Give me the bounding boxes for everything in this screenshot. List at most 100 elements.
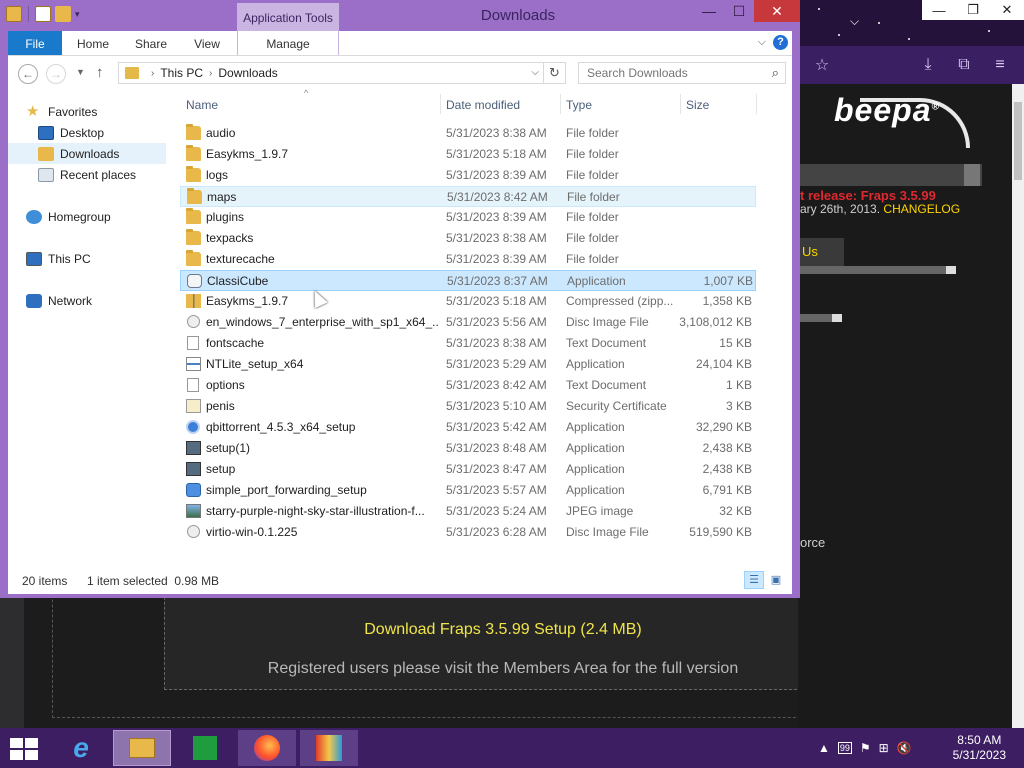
file-row[interactable]: ClassiCube 5/31/2023 8:37 AM Application 1,… (180, 270, 756, 291)
close-button[interactable]: ✕ (754, 0, 800, 22)
file-type: Application (566, 357, 625, 371)
file-row[interactable]: audio 5/31/2023 8:38 AM File folder (180, 123, 756, 144)
large-icons-view-icon[interactable]: ▣ (766, 571, 786, 589)
clock[interactable]: 8:50 AM 5/31/2023 (953, 733, 1006, 763)
file-name: audio (206, 126, 236, 140)
star-icon: ★ (26, 102, 40, 120)
browser-close-button[interactable]: ✕ (990, 0, 1024, 20)
taskbar-store[interactable] (176, 730, 234, 766)
file-row[interactable]: options 5/31/2023 8:42 AM Text Document 1 K… (180, 375, 756, 396)
nav-homegroup[interactable]: Homegroup (8, 206, 166, 227)
taskbar-firefox[interactable] (238, 730, 296, 766)
file-row[interactable]: Easykms_1.9.7 5/31/2023 5:18 AM Compressed… (180, 291, 756, 312)
column-header-name[interactable]: Name (180, 90, 440, 118)
address-bar[interactable]: › This PC › Downloads ⌵ ↻ (118, 62, 566, 84)
browser-restore-button[interactable]: ❐ (956, 0, 990, 20)
details-view-icon[interactable]: ☰ (744, 571, 764, 589)
bookmark-star-icon[interactable]: ☆ (812, 55, 832, 75)
search-box[interactable]: ⌕ (578, 62, 786, 84)
start-button[interactable] (10, 738, 40, 760)
file-row[interactable]: fontscache 5/31/2023 8:38 AM Text Document… (180, 333, 756, 354)
taskbar-fraps[interactable] (300, 730, 358, 766)
back-button[interactable]: ← (18, 64, 38, 84)
volume-muted-icon[interactable]: 🔇 (897, 741, 912, 755)
file-row[interactable]: texturecache 5/31/2023 8:39 AM File folder (180, 249, 756, 270)
browser-minimize-button[interactable]: — (922, 0, 956, 20)
search-icon[interactable]: ⌕ (772, 65, 779, 81)
breadcrumb-this-pc[interactable]: This PC (160, 66, 203, 80)
expand-ribbon-chevron-icon[interactable]: ⌵ (758, 36, 766, 49)
file-row[interactable]: setup(1) 5/31/2023 8:48 AM Application 2,43… (180, 438, 756, 459)
action-center-flag-icon[interactable]: ⚑ (860, 741, 871, 755)
tab-manage[interactable]: Manage (237, 31, 339, 55)
browser-scrollbar[interactable] (1012, 84, 1024, 728)
nav-favorites[interactable]: ★ Favorites (8, 101, 166, 122)
properties-icon[interactable] (35, 6, 51, 22)
address-history-chevron-icon[interactable]: ⌵ (531, 67, 539, 78)
file-row[interactable]: virtio-win-0.1.225 5/31/2023 6:28 AM Disc … (180, 522, 756, 543)
network-tray-icon[interactable]: ⊞ (879, 741, 889, 755)
file-list: ^ Name Date modified Type Size audio 5/31… (180, 88, 792, 566)
tab-list-chevron-icon[interactable]: ⌵ (850, 14, 859, 29)
help-icon[interactable]: ? (773, 35, 788, 50)
refresh-icon[interactable]: ↻ (543, 63, 565, 83)
breadcrumb-separator-icon[interactable]: › (151, 68, 154, 79)
minimize-button[interactable]: — (694, 0, 724, 22)
tab-view[interactable]: View (180, 31, 234, 55)
search-input[interactable] (579, 63, 759, 83)
file-row[interactable]: logs 5/31/2023 8:39 AM File folder (180, 165, 756, 186)
contact-us-tab[interactable]: Us (798, 238, 844, 266)
show-hidden-icons-icon[interactable]: ▲ (818, 741, 830, 755)
tab-share[interactable]: Share (124, 31, 178, 55)
new-folder-icon[interactable] (55, 6, 71, 22)
maximize-button[interactable]: ☐ (724, 0, 754, 22)
taskbar-file-explorer[interactable] (113, 730, 171, 766)
file-row[interactable]: simple_port_forwarding_setup 5/31/2023 5:… (180, 480, 756, 501)
file-size: 1,007 KB (703, 274, 753, 288)
file-row[interactable]: Easykms_1.9.7 5/31/2023 5:18 AM File folde… (180, 144, 756, 165)
file-date: 5/31/2023 5:42 AM (446, 420, 547, 434)
file-row[interactable]: maps 5/31/2023 8:42 AM File folder (180, 186, 756, 207)
file-row[interactable]: NTLite_setup_x64 5/31/2023 5:29 AM Applica… (180, 354, 756, 375)
navigation-bar: ← → ▼ ↑ › This PC › Downloads ⌵ ↻ ⌕ (8, 56, 792, 90)
customize-toolbar-chevron-icon[interactable]: ▾ (75, 6, 80, 22)
nav-desktop[interactable]: Desktop (8, 122, 166, 143)
title-bar[interactable]: ▾ Application Tools Downloads — ☐ ✕ (0, 0, 800, 31)
extensions-icon[interactable]: ⧉ (954, 55, 974, 75)
scrollbar-thumb[interactable] (1014, 102, 1022, 180)
download-fraps-link[interactable]: Download Fraps 3.5.99 Setup (2.4 MB) (164, 621, 842, 639)
recent-locations-chevron-icon[interactable]: ▼ (76, 67, 85, 77)
file-row[interactable]: setup 5/31/2023 8:47 AM Application 2,438 K… (180, 459, 756, 480)
column-header-date[interactable]: Date modified (440, 90, 560, 118)
clock-date: 5/31/2023 (952, 748, 1006, 762)
nav-network[interactable]: Network (8, 290, 166, 311)
breadcrumb-separator-icon[interactable]: › (209, 68, 212, 79)
forward-button[interactable]: → (46, 64, 66, 84)
file-date: 5/31/2023 8:39 AM (446, 168, 547, 182)
nav-downloads[interactable]: Downloads (8, 143, 166, 164)
nav-recent-places[interactable]: Recent places (8, 164, 166, 185)
taskbar-internet-explorer[interactable]: e (52, 730, 110, 766)
file-row[interactable]: penis 5/31/2023 5:10 AM Security Certifica… (180, 396, 756, 417)
file-row[interactable]: starry-purple-night-sky-star-illustratio… (180, 501, 756, 522)
file-row[interactable]: en_windows_7_enterprise_with_sp1_x64_...… (180, 312, 756, 333)
breadcrumb-downloads[interactable]: Downloads (218, 66, 277, 80)
menu-hamburger-icon[interactable]: ≡ (990, 55, 1010, 75)
file-date: 5/31/2023 5:24 AM (446, 504, 547, 518)
file-row[interactable]: qbittorrent_4.5.3_x64_setup 5/31/2023 5:4… (180, 417, 756, 438)
tab-home[interactable]: Home (66, 31, 120, 55)
column-header-size[interactable]: Size (680, 90, 756, 118)
tab-file[interactable]: File (8, 31, 62, 55)
file-row[interactable]: texpacks 5/31/2023 8:38 AM File folder (180, 228, 756, 249)
up-one-level-icon[interactable]: ↑ (96, 64, 104, 81)
column-header-type[interactable]: Type (560, 90, 680, 118)
browser-window-controls: — ❐ ✕ (922, 0, 1024, 20)
file-date: 5/31/2023 8:47 AM (446, 462, 547, 476)
ribbon-tabs: File Home Share View Manage ⌵ ? (8, 31, 792, 56)
changelog-link[interactable]: CHANGELOG (883, 202, 960, 216)
nav-this-pc[interactable]: This PC (8, 248, 166, 269)
downloads-arrow-icon[interactable]: ⤓ (918, 55, 938, 75)
fraps-tray-icon[interactable]: 99 (837, 742, 852, 754)
file-name: penis (206, 399, 235, 413)
file-row[interactable]: plugins 5/31/2023 8:39 AM File folder (180, 207, 756, 228)
